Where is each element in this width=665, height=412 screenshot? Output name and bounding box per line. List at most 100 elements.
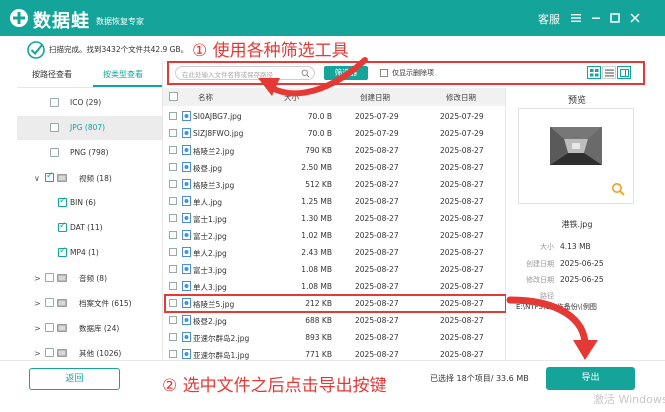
file-row[interactable]: 单人2.jpg 2.43 MB 2025-08-27 2025-08-27 [163,244,505,261]
tree-checkbox[interactable] [58,196,67,207]
file-size: 70.0 B [307,112,332,121]
file-row-checkbox[interactable] [169,231,177,239]
preview-panel: 预览 港铁.jpg 大小 4.13 MB 创建日期 2025-06-25 修改日… [506,88,648,360]
tree-item[interactable]: > 数据库 (24) [17,316,162,340]
column-header-name[interactable]: 名称 [198,92,213,103]
tree-checkbox[interactable] [45,171,54,182]
file-row[interactable]: 格陵兰3.jpg 512 KB 2025-08-27 2025-08-27 [163,176,505,193]
file-name: 单人2.jpg [193,249,227,258]
file-size: 512 KB [305,180,332,189]
file-row[interactable]: 极昼2.jpg 688 KB 2025-08-27 2025-08-27 [163,312,505,329]
tree-item-label: JPG (807) [70,123,106,132]
file-row[interactable]: SI0AJBG7.jpg 70.0 B 2025-07-29 2025-07-29 [163,108,505,125]
service-button[interactable]: 客服 [538,11,560,27]
file-row-checkbox[interactable] [169,112,177,120]
image-file-icon [182,315,191,325]
file-row-checkbox[interactable] [169,180,177,188]
tree-item-label: 其他 (1026) [79,349,122,358]
expand-arrow-icon[interactable]: > [34,349,41,358]
file-row-checkbox[interactable] [169,129,177,137]
menu-icon[interactable] [570,12,582,24]
file-name: 格陵兰3.jpg [193,181,235,190]
tree-item[interactable]: DAT (11) [17,216,162,240]
file-name: 亚速尔群岛1.jpg [193,351,250,360]
maximize-icon[interactable] [609,12,621,24]
file-modified-date: 2025-08-27 [440,146,484,155]
file-row-checkbox[interactable] [169,163,177,171]
file-row-checkbox[interactable] [169,146,177,154]
preview-card [518,108,634,204]
image-file-icon [182,247,191,257]
minimize-icon[interactable] [590,12,602,24]
file-created-date: 2025-08-27 [355,231,399,240]
file-row-checkbox[interactable] [169,214,177,222]
file-row-checkbox[interactable] [169,350,177,358]
tree-item[interactable]: > 音频 (8) [17,266,162,290]
tree-checkbox[interactable] [45,348,54,357]
file-row-checkbox[interactable] [169,282,177,290]
file-modified-date: 2025-08-27 [440,248,484,257]
image-file-icon [182,179,191,189]
tree-item[interactable]: MP4 (1) [17,241,162,265]
file-row[interactable]: 富士2.jpg 1.02 MB 2025-08-27 2025-08-27 [163,227,505,244]
expand-arrow-icon[interactable]: > [34,324,41,333]
tree-checkbox[interactable] [58,246,67,257]
tree-checkbox[interactable] [45,323,54,332]
file-created-date: 2025-08-27 [355,282,399,291]
tree-item[interactable]: ICO (29) [17,91,162,115]
file-name: 单人3.jpg [193,283,227,292]
image-file-icon [182,281,191,291]
file-row[interactable]: 富士1.jpg 1.30 MB 2025-08-27 2025-08-27 [163,210,505,227]
zoom-preview-icon[interactable] [611,182,625,196]
image-file-icon [182,111,191,121]
preview-file-name: 港铁.jpg [561,220,593,229]
tree-item[interactable]: JPG (807) [17,116,162,140]
file-row[interactable]: 亚速尔群岛2.jpg 893 KB 2025-08-27 2025-08-27 [163,329,505,346]
file-row-checkbox[interactable] [169,248,177,256]
preview-created-label: 创建日期 [526,260,554,268]
file-row-checkbox[interactable] [169,333,177,341]
column-header-modified[interactable]: 修改日期 [446,92,476,103]
file-row[interactable]: 单人3.jpg 1.08 MB 2025-08-27 2025-08-27 [163,278,505,295]
file-row-checkbox[interactable] [169,316,177,324]
file-name: SI0AJBG7.jpg [193,112,242,121]
expand-arrow-icon[interactable]: > [34,274,41,283]
tree-item[interactable]: > 档案文件 (615) [17,291,162,315]
tree-checkbox[interactable] [50,98,59,107]
column-header-created[interactable]: 创建日期 [360,92,390,103]
file-row[interactable]: SIZJ8FWO.jpg 70.0 B 2025-07-29 2025-07-29 [163,125,505,142]
file-row-checkbox[interactable] [169,197,177,205]
file-modified-date: 2025-08-27 [440,350,484,359]
tree-item[interactable]: BIN (6) [17,191,162,215]
export-button[interactable]: 导出 [546,367,635,390]
file-list: 名称 大小 创建日期 修改日期 SI0AJBG7.jpg 70.0 B 2025-0… [163,88,506,360]
file-row-checkbox[interactable] [169,265,177,273]
file-row[interactable]: 富士3.jpg 1.08 MB 2025-08-27 2025-08-27 [163,261,505,278]
tab-by-type[interactable]: 按类型查看 [103,69,143,85]
tree-item[interactable]: PNG (798) [17,141,162,165]
column-header-size[interactable]: 大小 [284,92,299,103]
select-all-checkbox[interactable] [169,92,178,101]
file-name: 单人.jpg [193,198,222,207]
tree-item[interactable]: ∨ 视频 (18) [17,166,162,190]
tree-checkbox[interactable] [45,298,54,307]
file-created-date: 2025-07-29 [355,112,399,121]
tree-checkbox[interactable] [50,148,59,157]
back-button[interactable]: 返回 [29,368,120,390]
close-icon[interactable] [629,12,641,24]
selection-summary: 已选择 18个项目/ 33.6 MB [430,374,529,383]
tree-item[interactable]: > 其他 (1026) [17,341,162,361]
tree-checkbox[interactable] [58,221,67,232]
file-row[interactable]: 格陵兰2.jpg 790 KB 2025-08-27 2025-08-27 [163,142,505,159]
file-row[interactable]: 单人.jpg 1.25 MB 2025-08-27 2025-08-27 [163,193,505,210]
tree-item-label: 数据库 (24) [79,324,120,333]
file-row[interactable]: 亚速尔群岛1.jpg 771 KB 2025-08-27 2025-08-27 [163,346,505,360]
expand-arrow-icon[interactable]: > [34,299,41,308]
file-modified-date: 2025-07-29 [440,129,484,138]
image-file-icon [182,230,191,240]
tree-checkbox[interactable] [45,273,54,282]
tree-checkbox[interactable] [50,123,59,132]
expand-arrow-icon[interactable]: ∨ [34,174,40,183]
tab-by-path[interactable]: 按路径查看 [32,69,72,85]
file-row[interactable]: 极昼.jpg 2.50 MB 2025-08-27 2025-08-27 [163,159,505,176]
